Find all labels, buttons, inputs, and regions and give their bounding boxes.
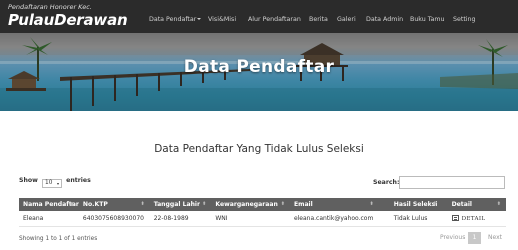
entries-select[interactable]: 10 <box>42 179 62 188</box>
table-header-row: Nama Pendaftar ▲ No.KTP ⬍ Tanggal Lahir ⬍ K… <box>19 198 506 211</box>
sort-icon: ⬍ <box>432 201 437 207</box>
column-header-detail[interactable]: Detail ⬍ <box>442 198 506 211</box>
entries-select-value: 10 <box>45 180 53 186</box>
applicants-table: Nama Pendaftar ▲ No.KTP ⬍ Tanggal Lahir ⬍ K… <box>19 198 506 227</box>
table-row: Eleana 6403075608930070 22-08-1989 WNI e… <box>19 211 506 226</box>
cell-tanggal-lahir: 22-08-1989 <box>153 214 189 222</box>
sort-icon: ⬍ <box>496 201 501 207</box>
entries-label: entries <box>66 177 91 184</box>
detail-label: DETAIL <box>461 215 486 222</box>
show-label: Show <box>19 177 38 184</box>
sort-icon: ⬍ <box>140 201 145 207</box>
page-1-button[interactable]: 1 <box>468 232 481 244</box>
hero-banner: Data Pendaftar <box>0 33 518 111</box>
nav-item-alur-pendaftaran[interactable]: Alur Pendaftaran <box>248 16 301 23</box>
cell-hasil-seleksi: Tidak Lulus <box>379 211 442 226</box>
column-header-label: Hasil Seleksi <box>393 201 438 208</box>
caret-down-icon <box>197 18 202 20</box>
caret-down-icon <box>57 183 59 185</box>
search-input[interactable] <box>399 176 505 189</box>
nav-item-data-admin[interactable]: Data Admin <box>366 16 403 23</box>
detail-link[interactable]: DETAIL <box>451 214 486 222</box>
column-header-email[interactable]: Email ⬍ <box>290 198 379 211</box>
column-header-ktp[interactable]: No.KTP ⬍ <box>79 198 150 211</box>
nav-item-visi-misi[interactable]: Visi&Misi <box>208 16 236 23</box>
cell-detail: DETAIL <box>442 211 506 226</box>
table-info: Showing 1 to 1 of 1 entries <box>19 236 98 242</box>
hasil-seleksi-value: Tidak Lulus <box>393 214 428 222</box>
sort-icon: ⬍ <box>202 201 207 207</box>
column-header-nama[interactable]: Nama Pendaftar ▲ <box>19 198 79 211</box>
page-title: Data Pendaftar Yang Tidak Lulus Seleksi <box>154 143 364 155</box>
cell-ktp: 6403075608930070 <box>82 214 144 222</box>
cell-email: eleana.cantik@yahoo.com <box>293 214 374 222</box>
brand-subtitle: Pendaftaran Honorer Kec. <box>8 3 92 11</box>
top-navbar: Pendaftaran Honorer Kec. PulauDerawan Da… <box>0 0 518 33</box>
column-header-label: Kewarganegaraan <box>215 201 278 208</box>
hero-title: Data Pendaftar <box>183 57 335 77</box>
column-header-label: Tanggal Lahir <box>153 201 200 208</box>
column-header-label: Email <box>293 201 313 208</box>
previous-button[interactable]: Previous <box>440 232 465 244</box>
sort-icon: ⬍ <box>280 201 285 207</box>
search-label: Search: <box>373 179 400 186</box>
column-header-tanggal-lahir[interactable]: Tanggal Lahir ⬍ <box>150 198 212 211</box>
column-header-label: Detail <box>451 201 473 208</box>
nav-item-label: Data Pendaftar <box>149 16 197 23</box>
column-header-label: No.KTP <box>82 201 108 208</box>
sort-icon: ▲ <box>70 201 74 207</box>
main-nav: Data Pendaftar Visi&Misi Alur Pendaftara… <box>0 16 518 28</box>
nav-item-berita[interactable]: Berita <box>309 16 328 23</box>
cell-nama: Eleana <box>23 214 44 222</box>
nav-item-galeri[interactable]: Galeri <box>337 16 356 23</box>
column-header-hasil-seleksi[interactable]: Hasil Seleksi ⬍ <box>379 198 442 211</box>
sort-icon: ⬍ <box>369 201 374 207</box>
column-header-kewarganegaraan[interactable]: Kewarganegaraan ⬍ <box>211 198 290 211</box>
next-button[interactable]: Next <box>488 232 502 244</box>
nav-item-data-pendaftar[interactable]: Data Pendaftar <box>149 16 202 23</box>
entries-length-control: Show 10 entries <box>19 177 91 188</box>
list-icon <box>451 214 459 221</box>
nav-item-setting[interactable]: Setting <box>453 16 476 23</box>
cell-kewarganegaraan: WNI <box>215 214 228 222</box>
nav-item-buku-tamu[interactable]: Buku Tamu <box>410 16 445 23</box>
